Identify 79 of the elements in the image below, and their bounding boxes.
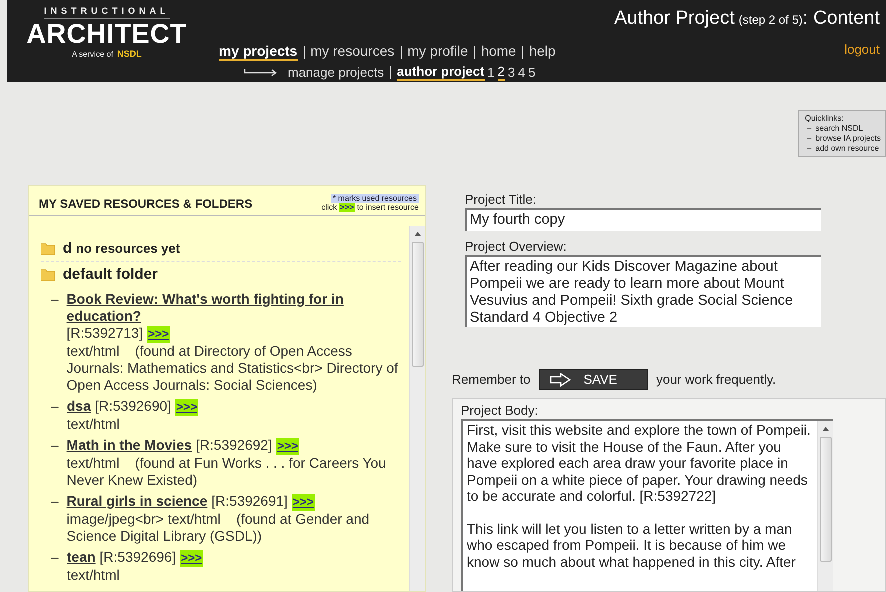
nav-link[interactable]: my profile	[408, 43, 468, 59]
resource-details: text/html (found at Fun Works . . . for Careers You Never Knew Existed)	[66, 455, 388, 489]
nav-link[interactable]: help	[529, 43, 556, 59]
insert-sample: >>>	[339, 203, 356, 212]
section-title: : Content	[802, 8, 880, 30]
dash-marker: –	[51, 549, 59, 567]
dash-marker: –	[51, 493, 59, 511]
insert-button[interactable]: >>>	[175, 399, 198, 416]
arrow-icon	[244, 68, 278, 76]
scroll-up-icon[interactable]	[822, 426, 830, 432]
resource-id: [R:5392713]	[66, 325, 144, 342]
dash-marker: –	[807, 144, 812, 153]
insert-button[interactable]: >>>	[147, 326, 170, 343]
resource-id: [R:5392696]	[100, 549, 176, 566]
step-link[interactable]: 5	[528, 65, 536, 80]
resource-details: image/jpeg<br> text/html (found at Gender and Science Digital Library (GSDL))	[66, 511, 371, 545]
subnav-link[interactable]: manage projects	[288, 65, 384, 80]
resource-details: text/html	[67, 416, 121, 433]
resource-id: [R:5392690]	[95, 398, 172, 415]
panel-title: MY SAVED RESOURCES & FOLDERS	[39, 197, 253, 211]
nav-link[interactable]: home	[481, 43, 516, 59]
partner-logo: NSDL	[117, 49, 142, 59]
folder-name[interactable]: default folder	[63, 266, 158, 283]
arrow-icon	[550, 372, 572, 386]
resource-link[interactable]: Math in the Movies	[66, 437, 192, 454]
resource-link[interactable]: Rural girls in science	[66, 493, 208, 510]
resource-id: [R:5392691]	[212, 493, 288, 510]
overview-field[interactable]: After reading our Kids Discover Magazine about Pompeii we are ready to learn more about Mount Vesuvius and Pompeii! Sixth grade Social Science Standard 4 Objective 2	[465, 255, 821, 327]
resource-link[interactable]: Book Review: What's worth fighting for in education?	[66, 291, 401, 325]
step-link[interactable]: 1	[488, 65, 495, 80]
title-field[interactable]: My fourth copy	[465, 208, 821, 231]
folder-icon	[41, 268, 55, 280]
resource-id: [R:5392692]	[196, 437, 272, 454]
scroll-thumb[interactable]	[820, 437, 832, 562]
folder-name[interactable]: d	[63, 240, 72, 257]
insert-button[interactable]: >>>	[180, 550, 204, 567]
step-link[interactable]: 3	[508, 65, 516, 80]
scroll-thumb[interactable]	[412, 242, 424, 367]
dash-marker: –	[807, 134, 812, 143]
logout-link[interactable]: logout	[844, 42, 880, 57]
folder-note: no resources yet	[76, 241, 180, 256]
logo-wordmark: ARCHITECT	[26, 19, 188, 49]
hint-text: click	[322, 203, 338, 212]
quicklinks-title: Quicklinks:	[805, 114, 845, 123]
resource-details: text/html (found at Directory of Open Access Journals: Mathematics and Statistics<br> Directory of Open Access Journals: Social Sciences)	[66, 343, 400, 394]
field-label: Project Overview:	[465, 239, 568, 254]
insert-button[interactable]: >>>	[276, 438, 300, 455]
resource-link[interactable]: dsa	[67, 398, 92, 415]
quick-link[interactable]: search NSDL	[816, 124, 864, 133]
page-title: Author Project	[614, 8, 735, 30]
step-link[interactable]: 2	[498, 64, 505, 81]
hint-text: to insert resource	[357, 203, 419, 212]
subnav-link[interactable]: author project	[397, 64, 485, 81]
step-indicator: (step 2 of 5)	[738, 13, 803, 27]
dash-marker: –	[51, 398, 59, 416]
body-field[interactable]: First, visit this website and explore the town of Pompeii. Make sure to visit the House of the Faun. After you have explored each area draw your favorite place in Pompeii on a white piece of paper. Your drawing needs to be accurate and colorful. [R:5392722] This link will let you listen to a letter written by a man who escaped from Pompeii. It is because of him we know so much about what happened in this city. After	[461, 419, 833, 591]
logo-tagline: INSTRUCTIONAL	[44, 6, 170, 19]
quick-link[interactable]: add own resource	[816, 144, 880, 153]
scrollbar[interactable]	[409, 226, 425, 591]
reminder-text: Remember to	[452, 372, 531, 387]
legend-note: * marks used resources	[330, 194, 419, 203]
scroll-up-icon[interactable]	[414, 231, 422, 237]
insert-button[interactable]: >>>	[292, 494, 315, 511]
dash-marker: –	[51, 437, 59, 455]
dash-marker: –	[51, 291, 59, 309]
service-text: A service of	[72, 50, 114, 58]
save-button[interactable]: SAVE	[538, 369, 648, 390]
resource-link[interactable]: tean	[67, 549, 96, 566]
folder-icon	[41, 242, 55, 254]
field-label: Project Title:	[465, 192, 538, 207]
scrollbar[interactable]	[817, 421, 833, 591]
dash-marker: –	[807, 124, 812, 133]
field-label: Project Body:	[461, 403, 540, 418]
nav-link[interactable]: my resources	[310, 43, 395, 59]
reminder-text: your work frequently.	[656, 372, 776, 387]
step-link[interactable]: 4	[518, 65, 526, 80]
quick-link[interactable]: browse IA projects	[816, 134, 881, 143]
resource-details: text/html	[67, 567, 121, 584]
nav-link[interactable]: my projects	[219, 43, 298, 61]
